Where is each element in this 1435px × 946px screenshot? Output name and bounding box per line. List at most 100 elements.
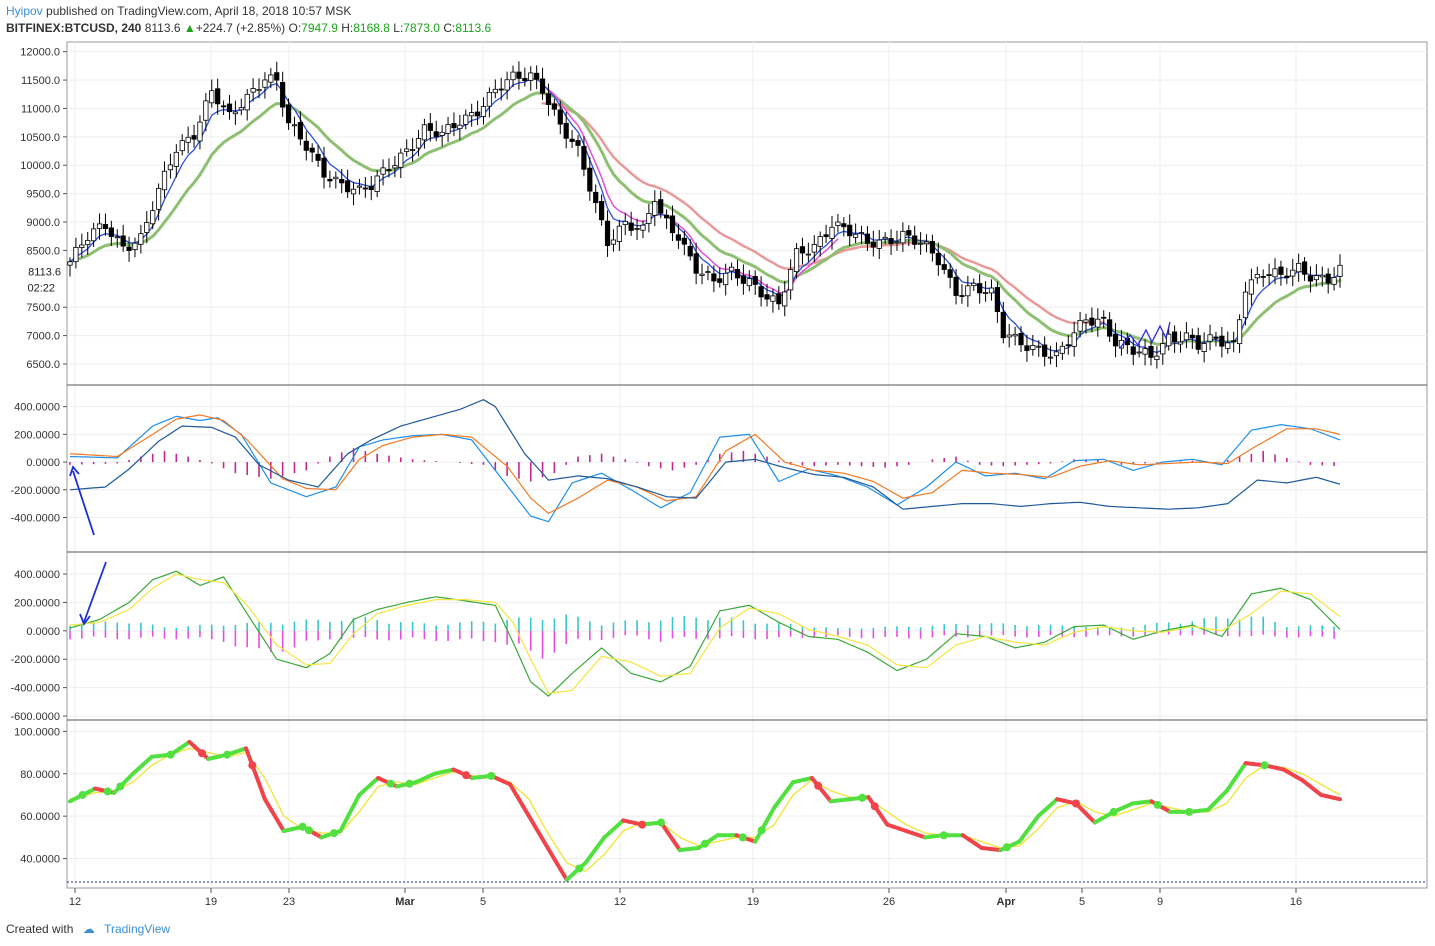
candle-up bbox=[640, 224, 646, 231]
crossover-dot bbox=[304, 826, 313, 835]
candle-up bbox=[480, 106, 487, 117]
candle-down bbox=[664, 214, 670, 219]
candle-up bbox=[404, 148, 410, 152]
candle-up bbox=[1242, 291, 1249, 319]
y-tick-label: 10500.0 bbox=[20, 132, 60, 144]
candle-up bbox=[971, 282, 977, 287]
osc-rising-segment bbox=[344, 804, 355, 821]
candle-up bbox=[723, 272, 729, 286]
candle-down bbox=[451, 123, 457, 129]
crossover-dot bbox=[405, 779, 414, 788]
y-tick-label: 0.0000 bbox=[26, 626, 60, 638]
crossover-dot bbox=[462, 771, 471, 780]
last-price-label: 8113.6 bbox=[28, 266, 61, 278]
candle-down bbox=[1024, 345, 1030, 351]
candle-down bbox=[1189, 334, 1195, 339]
candle-down bbox=[516, 71, 522, 79]
crossover-dot bbox=[656, 818, 665, 827]
candle-down bbox=[1195, 335, 1201, 350]
candle-down bbox=[752, 276, 758, 285]
candle-up bbox=[161, 170, 168, 191]
y-tick-label: 80.0000 bbox=[20, 769, 60, 781]
candle-down bbox=[1219, 335, 1225, 347]
candle-down bbox=[563, 122, 569, 139]
candle-up bbox=[829, 226, 835, 239]
candle-up bbox=[510, 71, 516, 81]
y-tick-label: -400.0000 bbox=[10, 683, 60, 695]
candle-down bbox=[345, 180, 351, 193]
candle-up bbox=[185, 136, 191, 143]
crossover-dot bbox=[939, 831, 948, 840]
candle-down bbox=[929, 241, 936, 254]
candle-up bbox=[392, 165, 398, 169]
chart-canvas[interactable]: 12 19 23 Mar 5 12 19 26 Apr 5 9 16 12000.0 11500.0 110… bbox=[0, 0, 1435, 946]
candle-down bbox=[191, 135, 197, 140]
candle-down bbox=[675, 234, 682, 241]
candle-down bbox=[1000, 311, 1006, 339]
candle-down bbox=[498, 88, 504, 91]
candle-down bbox=[1172, 331, 1178, 343]
candle-up bbox=[398, 152, 404, 168]
candle-down bbox=[327, 178, 333, 182]
candle-down bbox=[841, 223, 847, 228]
macd-line bbox=[69, 415, 1341, 523]
candle-down bbox=[776, 293, 782, 305]
candle-up bbox=[232, 111, 238, 115]
crossover-dot bbox=[1071, 799, 1080, 808]
candle-down bbox=[433, 131, 439, 138]
crossover-dot bbox=[701, 839, 709, 848]
y-tick-label: 7500.0 bbox=[26, 302, 60, 314]
crossover-dot bbox=[103, 787, 112, 796]
candle-up bbox=[150, 210, 156, 225]
candle-down bbox=[628, 222, 634, 231]
candle-up bbox=[728, 266, 735, 272]
candle-up bbox=[1254, 274, 1260, 279]
x-tick-label: 26 bbox=[883, 896, 895, 908]
candle-up bbox=[1313, 275, 1319, 281]
candle-down bbox=[953, 276, 959, 296]
ema-slow-line bbox=[68, 91, 1342, 346]
x-tick-label: Mar bbox=[395, 896, 415, 908]
x-tick-label: 5 bbox=[480, 896, 486, 908]
candle-down bbox=[427, 123, 433, 131]
candle-up bbox=[811, 244, 817, 253]
candle-up bbox=[835, 221, 841, 226]
candle-up bbox=[96, 223, 103, 229]
candle-down bbox=[545, 93, 552, 105]
candle-up bbox=[817, 236, 823, 247]
candle-up bbox=[923, 241, 930, 245]
candle-down bbox=[1284, 275, 1290, 279]
y-tick-label: 12000.0 bbox=[20, 47, 60, 59]
candle-up bbox=[1248, 279, 1254, 295]
candle-up bbox=[1006, 334, 1012, 338]
candle-down bbox=[799, 246, 806, 254]
candle-up bbox=[333, 176, 339, 180]
candle-down bbox=[309, 147, 315, 153]
candle-down bbox=[994, 287, 1000, 313]
crossover-dot bbox=[814, 781, 823, 790]
crossover-dot bbox=[757, 826, 766, 835]
candle-up bbox=[1077, 320, 1083, 332]
y-tick-label: -600.0000 bbox=[10, 711, 60, 723]
candle-up bbox=[1207, 334, 1213, 342]
candle-up bbox=[504, 79, 510, 91]
tradingview-brand-link[interactable]: TradingView bbox=[104, 922, 170, 936]
candle-up bbox=[1154, 355, 1160, 361]
candle-down bbox=[557, 109, 563, 125]
candle-down bbox=[977, 283, 983, 294]
crossover-dot bbox=[166, 750, 175, 759]
candle-up bbox=[1030, 344, 1036, 350]
candle-down bbox=[1307, 275, 1314, 282]
candle-up bbox=[209, 90, 215, 104]
candle-up bbox=[463, 114, 469, 125]
candle-down bbox=[108, 227, 114, 237]
candle-up bbox=[1095, 318, 1101, 328]
candle-down bbox=[758, 286, 764, 298]
candle-down bbox=[321, 157, 327, 178]
candle-down bbox=[870, 241, 876, 248]
candle-down bbox=[569, 138, 575, 142]
annotation-arrow bbox=[72, 470, 95, 536]
candle-down bbox=[368, 186, 374, 190]
candle-up bbox=[238, 107, 244, 111]
crossover-dot bbox=[330, 829, 339, 838]
